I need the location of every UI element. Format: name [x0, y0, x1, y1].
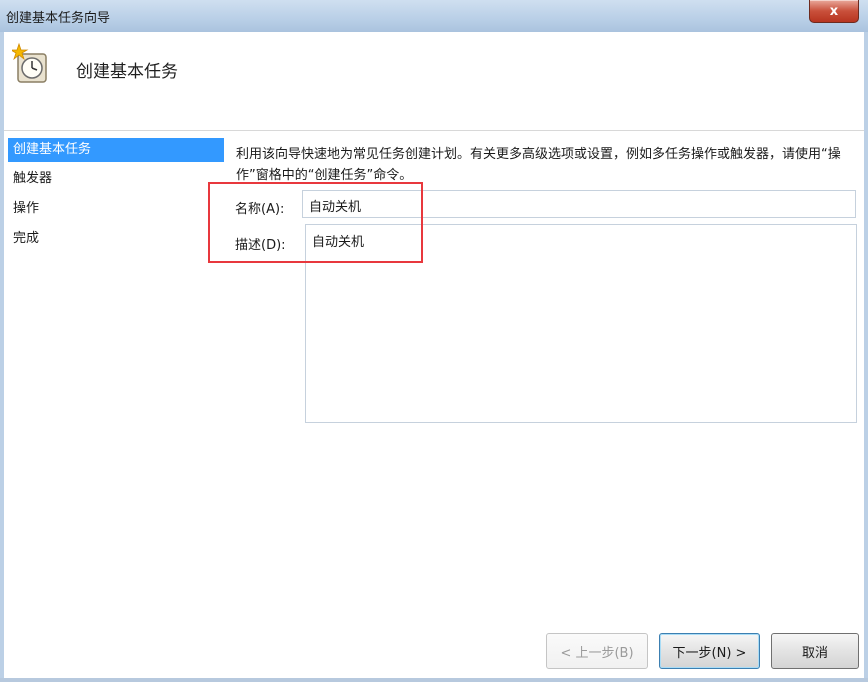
close-button[interactable]: x: [809, 0, 859, 23]
next-button[interactable]: 下一步(N) >: [659, 633, 760, 669]
back-button[interactable]: < 上一步(B): [546, 633, 648, 669]
wizard-header: 创建基本任务: [4, 32, 864, 131]
step-create-basic-task[interactable]: 创建基本任务: [8, 138, 224, 162]
page-title: 创建基本任务: [76, 62, 178, 82]
window-title: 创建基本任务向导: [6, 11, 111, 26]
step-action[interactable]: 操作: [8, 197, 224, 221]
wizard-client-area: 创建基本任务 创建基本任务 触发器 操作 完成 利用该向导快速地为常见任务创建计…: [4, 32, 864, 678]
title-bar: 创建基本任务向导 x: [0, 0, 868, 32]
highlight-annotation: [208, 182, 423, 263]
window-bottom-border: [0, 678, 868, 682]
step-trigger[interactable]: 触发器: [8, 167, 224, 191]
clock-icon: [12, 42, 47, 83]
cancel-button[interactable]: 取消: [771, 633, 859, 669]
wizard-description: 利用该向导快速地为常见任务创建计划。有关更多高级选项或设置，例如多任务操作或触发…: [236, 147, 841, 183]
wizard-steps-sidebar: 创建基本任务 触发器 操作 完成: [4, 131, 226, 631]
close-icon: x: [829, 3, 839, 19]
step-finish[interactable]: 完成: [8, 227, 224, 251]
